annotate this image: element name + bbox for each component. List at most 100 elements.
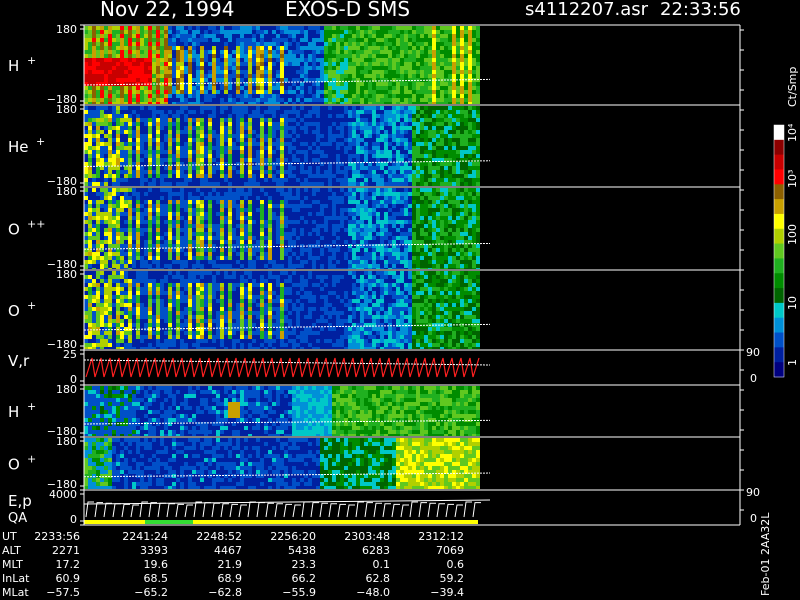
spectrogram-cell (124, 174, 128, 178)
spectrogram-cell (144, 264, 148, 268)
spectrogram-cell (188, 98, 192, 102)
spectrogram-cell (352, 90, 356, 94)
spectrogram-cell (156, 196, 160, 200)
spectrogram-cell (252, 74, 256, 78)
spectrogram-cell (256, 212, 260, 216)
spectrogram-cell (152, 50, 156, 54)
spectrogram-cell (432, 182, 436, 186)
spectrogram-cell (296, 158, 300, 162)
spectrogram-cell (96, 146, 100, 150)
spectrogram-cell (136, 208, 140, 212)
spectrogram-cell (108, 216, 112, 220)
spectrogram-cell (192, 126, 196, 130)
spectrogram-cell (192, 216, 196, 220)
spectrogram-cell (404, 46, 408, 50)
spectrogram-cell (360, 30, 364, 34)
spectrogram-cell (256, 216, 260, 220)
spectrogram-cell (408, 162, 412, 166)
spectrogram-cell (212, 62, 216, 66)
spectrogram-cell (440, 70, 444, 74)
spectrogram-cell (188, 224, 192, 228)
spectrogram-cell (176, 178, 180, 182)
spectrogram-cell (248, 200, 252, 204)
spectrogram-cell (104, 138, 108, 142)
spectrogram-cell (124, 154, 128, 158)
spectrogram-cell (212, 162, 216, 166)
spectrogram-cell (84, 228, 88, 232)
spectrogram-cell (392, 42, 396, 46)
spectrogram-cell (372, 122, 376, 126)
spectrogram-cell (184, 192, 188, 196)
spectrogram-cell (228, 252, 232, 256)
spectrogram-cell (264, 244, 268, 248)
spectrogram-cell (228, 74, 232, 78)
spectrogram-cell (272, 70, 276, 74)
spectrogram-cell (120, 62, 124, 66)
spectrogram-cell (180, 130, 184, 134)
spectrogram-cell (184, 106, 188, 110)
spectrogram-cell (472, 106, 476, 110)
spectrogram-cell (280, 94, 284, 98)
spectrogram-cell (100, 86, 104, 90)
spectrogram-cell (372, 42, 376, 46)
spectrogram-cell (412, 114, 416, 118)
spectrogram-cell (260, 192, 264, 196)
spectrogram-cell (320, 166, 324, 170)
spectrogram-cell (280, 110, 284, 114)
spectrogram-cell (440, 42, 444, 46)
spectrogram-cell (228, 196, 232, 200)
spectrogram-cell (396, 102, 400, 104)
spectrogram-cell (164, 232, 168, 236)
spectrogram-cell (172, 110, 176, 114)
spectrogram-cell (316, 166, 320, 170)
spectrogram-cell (396, 150, 400, 154)
spectrogram-cell (100, 102, 104, 104)
spectrogram-cell (208, 106, 212, 110)
spectrogram-cell (224, 220, 228, 224)
spectrogram-cell (160, 50, 164, 54)
spectrogram-cell (116, 236, 120, 240)
spectrogram-cell (372, 46, 376, 50)
spectrogram-cell (224, 240, 228, 244)
spectrogram-cell (360, 130, 364, 134)
spectrogram-cell (396, 138, 400, 142)
spectrogram-cell (116, 26, 120, 30)
spectrogram-cell (84, 204, 88, 208)
spectrogram-cell (464, 170, 468, 174)
spectrogram-cell (112, 94, 116, 98)
spectrogram-cell (112, 146, 116, 150)
spectrogram-cell (264, 78, 268, 82)
spectrogram-cell (296, 82, 300, 86)
spectrogram-cell (260, 142, 264, 146)
spectrogram-cell (184, 90, 188, 94)
spectrogram-cell (172, 192, 176, 196)
spectrogram-cell (144, 70, 148, 74)
spectrogram-cell (136, 70, 140, 74)
spectrogram-cell (128, 114, 132, 118)
spectrogram-cell (412, 110, 416, 114)
spectrogram-cell (172, 90, 176, 94)
spectrogram-cell (288, 102, 292, 104)
spectrogram-cell (252, 110, 256, 114)
spectrogram-cell (236, 94, 240, 98)
spectrogram-cell (220, 196, 224, 200)
spectrogram-cell (464, 182, 468, 186)
spectrogram-cell (372, 130, 376, 134)
spectrogram-cell (468, 170, 472, 174)
spectrogram-cell (332, 118, 336, 122)
spectrogram-cell (356, 38, 360, 42)
spectrogram-cell (104, 208, 108, 212)
spectrogram-cell (376, 134, 380, 138)
spectrogram-cell (224, 196, 228, 200)
spectrogram-cell (308, 118, 312, 122)
spectrogram-cell (112, 30, 116, 34)
spectrogram-cell (268, 158, 272, 162)
spectrogram-cell (156, 220, 160, 224)
spectrogram-cell (296, 58, 300, 62)
spectrogram-cell (388, 114, 392, 118)
spectrogram-cell (128, 166, 132, 170)
spectrogram-cell (172, 248, 176, 252)
spectrogram-cell (84, 110, 88, 114)
spectrogram-cell (92, 58, 96, 62)
spectrogram-cell (400, 162, 404, 166)
